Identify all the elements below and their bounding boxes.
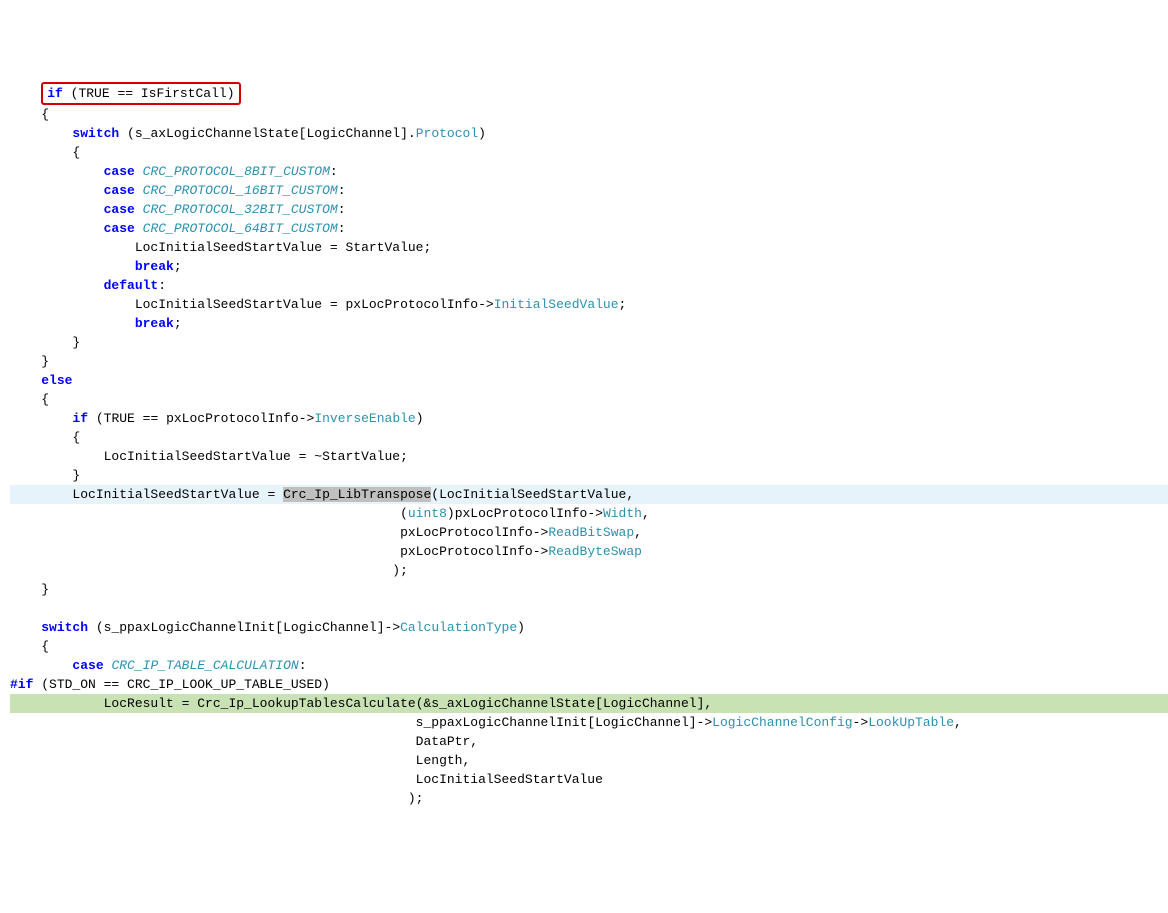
const-p8: CRC_PROTOCOL_8BIT_CUSTOM xyxy=(143,164,330,179)
line-case8: case CRC_PROTOCOL_8BIT_CUSTOM: xyxy=(10,162,1168,181)
line-arg-lut: s_ppaxLogicChannelInit[LogicChannel]->Lo… xyxy=(10,713,1168,732)
mem-lut: LookUpTable xyxy=(868,715,954,730)
kw-if: if xyxy=(72,411,88,426)
line-arg-rbs: pxLocProtocolInfo->ReadBitSwap, xyxy=(10,523,1168,542)
var-pxproto: pxLocProtocolInfo xyxy=(455,506,588,521)
kw-case: case xyxy=(104,221,135,236)
const-lutused: CRC_IP_LOOK_UP_TABLE_USED xyxy=(127,677,322,692)
const-p16: CRC_PROTOCOL_16BIT_CUSTOM xyxy=(143,183,338,198)
const-p32: CRC_PROTOCOL_32BIT_CUSTOM xyxy=(143,202,338,217)
var-locseed: LocInitialSeedStartValue xyxy=(416,772,603,787)
var-locseed: LocInitialSeedStartValue xyxy=(104,449,291,464)
brace: { xyxy=(10,637,1168,656)
line-switch1: switch (s_axLogicChannelState[LogicChann… xyxy=(10,124,1168,143)
line-case32: case CRC_PROTOCOL_32BIT_CUSTOM: xyxy=(10,200,1168,219)
brace: { xyxy=(10,105,1168,124)
var-length: Length xyxy=(416,753,463,768)
kw-case: case xyxy=(104,164,135,179)
line-lookup-call: LocResult = Crc_Ip_LookupTablesCalculate… xyxy=(10,694,1168,713)
line-notstart: LocInitialSeedStartValue = ~StartValue; xyxy=(10,447,1168,466)
line-default: default: xyxy=(10,276,1168,295)
const-true: TRUE xyxy=(104,411,135,426)
line-switch2: switch (s_ppaxLogicChannelInit[LogicChan… xyxy=(10,618,1168,637)
line-else: else xyxy=(10,371,1168,390)
line-break2: break; xyxy=(10,314,1168,333)
const-p64: CRC_PROTOCOL_64BIT_CUSTOM xyxy=(143,221,338,236)
kw-if: if xyxy=(47,86,63,101)
mem-protocol: Protocol xyxy=(416,126,478,141)
kw-break: break xyxy=(135,259,174,274)
mem-rbs: ReadBitSwap xyxy=(548,525,634,540)
kw-switch: switch xyxy=(41,620,88,635)
var-lc: LogicChannel xyxy=(595,715,689,730)
mem-ct: CalculationType xyxy=(400,620,517,635)
kw-else: else xyxy=(41,373,72,388)
brace: } xyxy=(10,466,1168,485)
var-locseed: LocInitialSeedStartValue xyxy=(135,240,322,255)
line-case-table: case CRC_IP_TABLE_CALCULATION: xyxy=(10,656,1168,675)
mem-ie: InverseEnable xyxy=(314,411,415,426)
kw-case: case xyxy=(104,202,135,217)
line-arg-dataptr: DataPtr, xyxy=(10,732,1168,751)
var-lc: LogicChannel xyxy=(283,620,377,635)
line-if-inverse: if (TRUE == pxLocProtocolInfo->InverseEn… xyxy=(10,409,1168,428)
line-transpose: LocInitialSeedStartValue = Crc_Ip_LibTra… xyxy=(10,485,1168,504)
line-arg-length: Length, xyxy=(10,751,1168,770)
pp-if: #if xyxy=(10,677,33,692)
var-locresult: LocResult xyxy=(104,696,174,711)
var-isfirstcall: IsFirstCall xyxy=(141,86,227,101)
var-pxproto: pxLocProtocolInfo xyxy=(400,544,533,559)
code-block: if (TRUE == IsFirstCall) { switch (s_axL… xyxy=(10,82,1168,808)
var-sax: s_axLogicChannelState xyxy=(135,126,299,141)
var-lc: LogicChannel xyxy=(603,696,697,711)
line-arg-width: (uint8)pxLocProtocolInfo->Width, xyxy=(10,504,1168,523)
var-dataptr: DataPtr xyxy=(416,734,471,749)
fn-lookup: Crc_Ip_LookupTablesCalculate xyxy=(197,696,415,711)
line-assign1: LocInitialSeedStartValue = StartValue; xyxy=(10,238,1168,257)
mem-rys: ReadByteSwap xyxy=(548,544,642,559)
type-uint8: uint8 xyxy=(408,506,447,521)
line-hashif: #if (STD_ON == CRC_IP_LOOK_UP_TABLE_USED… xyxy=(10,675,1168,694)
var-locseed: LocInitialSeedStartValue xyxy=(135,297,322,312)
var-sppax: s_ppaxLogicChannelInit xyxy=(104,620,276,635)
var-sax: s_axLogicChannelState xyxy=(431,696,595,711)
brace: { xyxy=(10,428,1168,447)
var-pxproto: pxLocProtocolInfo xyxy=(166,411,299,426)
close-paren: ); xyxy=(10,561,1168,580)
var-locseed: LocInitialSeedStartValue xyxy=(72,487,259,502)
kw-break: break xyxy=(135,316,174,331)
line-case64: case CRC_PROTOCOL_64BIT_CUSTOM: xyxy=(10,219,1168,238)
fn-transpose: Crc_Ip_LibTranspose xyxy=(283,487,431,502)
var-locseed: LocInitialSeedStartValue xyxy=(439,487,626,502)
line-arg-seed: LocInitialSeedStartValue xyxy=(10,770,1168,789)
kw-switch: switch xyxy=(72,126,119,141)
line-arg-rys: pxLocProtocolInfo->ReadByteSwap xyxy=(10,542,1168,561)
const-stdon: STD_ON xyxy=(49,677,96,692)
mem-width: Width xyxy=(603,506,642,521)
const-tc: CRC_IP_TABLE_CALCULATION xyxy=(111,658,298,673)
var-sppax: s_ppaxLogicChannelInit xyxy=(416,715,588,730)
var-startval: StartValue xyxy=(345,240,423,255)
kw-case: case xyxy=(72,658,103,673)
brace: } xyxy=(10,580,1168,599)
const-true: TRUE xyxy=(78,86,109,101)
brace: } xyxy=(10,352,1168,371)
mem-isv: InitialSeedValue xyxy=(494,297,619,312)
line-assign2: LocInitialSeedStartValue = pxLocProtocol… xyxy=(10,295,1168,314)
mem-lcc: LogicChannelConfig xyxy=(712,715,852,730)
kw-case: case xyxy=(104,183,135,198)
line-break1: break; xyxy=(10,257,1168,276)
var-lc: LogicChannel xyxy=(306,126,400,141)
kw-default: default xyxy=(104,278,159,293)
brace: } xyxy=(10,333,1168,352)
blank xyxy=(10,599,1168,618)
var-notstart: ~StartValue xyxy=(314,449,400,464)
brace: { xyxy=(10,143,1168,162)
line-case16: case CRC_PROTOCOL_16BIT_CUSTOM: xyxy=(10,181,1168,200)
var-pxproto: pxLocProtocolInfo xyxy=(400,525,533,540)
brace: { xyxy=(10,390,1168,409)
var-pxproto: pxLocProtocolInfo xyxy=(345,297,478,312)
close-paren2: ); xyxy=(10,789,1168,808)
line-if-firstcall: if (TRUE == IsFirstCall) xyxy=(10,82,1168,105)
